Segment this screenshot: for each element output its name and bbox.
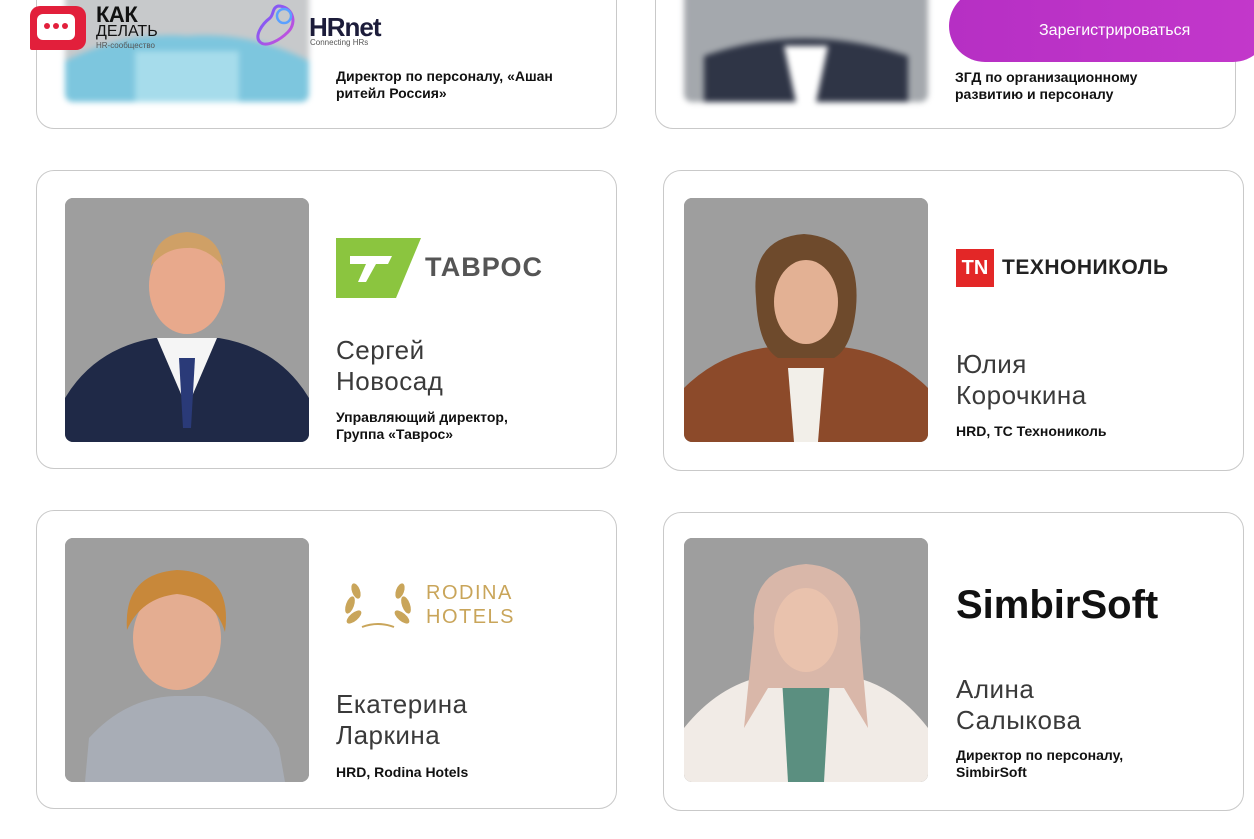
speaker-name: Екатерина Ларкина <box>336 689 468 751</box>
speaker-role-text: Директор по персоналу, «Ашан ритейл Росс… <box>336 68 553 101</box>
hrnet-logo[interactable]: HRnet Connecting HRs <box>252 2 412 54</box>
speaker-photo <box>65 538 309 782</box>
speaker-role: Директор по персоналу, SimbirSoft <box>956 747 1123 781</box>
speaker-last-name: Новосад <box>336 366 444 396</box>
speaker-card: SimbirSoft Алина Салыкова Директор по пе… <box>663 512 1244 811</box>
speaker-first-name: Екатерина <box>336 689 468 719</box>
speaker-role: HRD, ТС Технониколь <box>956 423 1107 440</box>
speaker-first-name: Юлия <box>956 349 1027 379</box>
hrnet-subtitle: Connecting HRs <box>310 38 369 47</box>
speaker-last-name: Корочкина <box>956 380 1087 410</box>
person-photo-icon <box>65 198 309 442</box>
speaker-role-text: ЗГД по организационному развитию и персо… <box>955 69 1138 102</box>
tavros-logo-text: ТАВРОС <box>425 252 543 282</box>
speaker-role-line: Директор по персоналу, <box>956 747 1124 763</box>
kak-delat-logo[interactable]: КАК ДЕЛАТЬ HR-сообщество <box>30 4 170 52</box>
logo-subtitle: HR-сообщество <box>96 41 156 50</box>
speaker-role-line: HRD, ТС Технониколь <box>956 423 1107 439</box>
speaker-name: Юлия Корочкина <box>956 349 1087 411</box>
speaker-card: RODINA HOTELS Екатерина Ларкина HRD, Rod… <box>36 510 617 809</box>
person-photo-icon <box>684 198 928 442</box>
speaker-photo <box>684 538 928 782</box>
speaker-last-name: Ларкина <box>336 720 441 750</box>
speaker-photo <box>684 198 928 442</box>
speaker-name: Алина Салыкова <box>956 674 1082 736</box>
person-photo-icon <box>684 538 928 782</box>
speaker-role: Управляющий директор, Группа «Таврос» <box>336 409 508 443</box>
simbirsoft-logo: SimbirSoft <box>956 583 1159 627</box>
speaker-role: HRD, Rodina Hotels <box>336 764 468 781</box>
register-button[interactable]: Зарегистрироваться <box>949 0 1254 62</box>
technonikol-logo: TN ТЕХНОНИКОЛЬ <box>956 248 1169 288</box>
person-photo-icon <box>65 538 309 782</box>
technonikol-logo-text: ТЕХНОНИКОЛЬ <box>1002 256 1169 279</box>
hrnet-mark-icon <box>256 4 295 46</box>
speaker-card: ТАВРОС Сергей Новосад Управляющий директ… <box>36 170 617 469</box>
speaker-card: TN ТЕХНОНИКОЛЬ Юлия Корочкина HRD, ТС Те… <box>663 170 1244 471</box>
technonikol-mark-icon: TN <box>956 249 994 287</box>
speaker-first-name: Алина <box>956 674 1035 704</box>
speaker-role: Директор по персоналу, «Ашан ритейл Росс… <box>336 68 566 102</box>
speaker-photo <box>65 198 309 442</box>
rodina-logo-line1: RODINA <box>426 582 513 604</box>
site-header: КАК ДЕЛАТЬ HR-сообщество HRnet Connectin… <box>0 0 1254 70</box>
speaker-role-line: Управляющий директор, <box>336 409 508 425</box>
speaker-role-line: Группа «Таврос» <box>336 426 454 442</box>
speaker-role: ЗГД по организационному развитию и персо… <box>955 69 1195 103</box>
speaker-role-line: HRD, Rodina Hotels <box>336 764 469 780</box>
speaker-last-name: Салыкова <box>956 705 1082 735</box>
laurel-wreath-icon <box>345 583 411 628</box>
speaker-first-name: Сергей <box>336 335 425 365</box>
rodina-hotels-logo: RODINA HOTELS <box>336 575 515 635</box>
logo-text-line2: ДЕЛАТЬ <box>96 23 158 40</box>
rodina-logo-line2: HOTELS <box>426 606 516 628</box>
speaker-name: Сергей Новосад <box>336 335 443 397</box>
chat-bubble-icon <box>30 6 86 50</box>
technonikol-mark-text: TN <box>961 256 989 279</box>
speaker-role-line: SimbirSoft <box>956 764 1027 780</box>
